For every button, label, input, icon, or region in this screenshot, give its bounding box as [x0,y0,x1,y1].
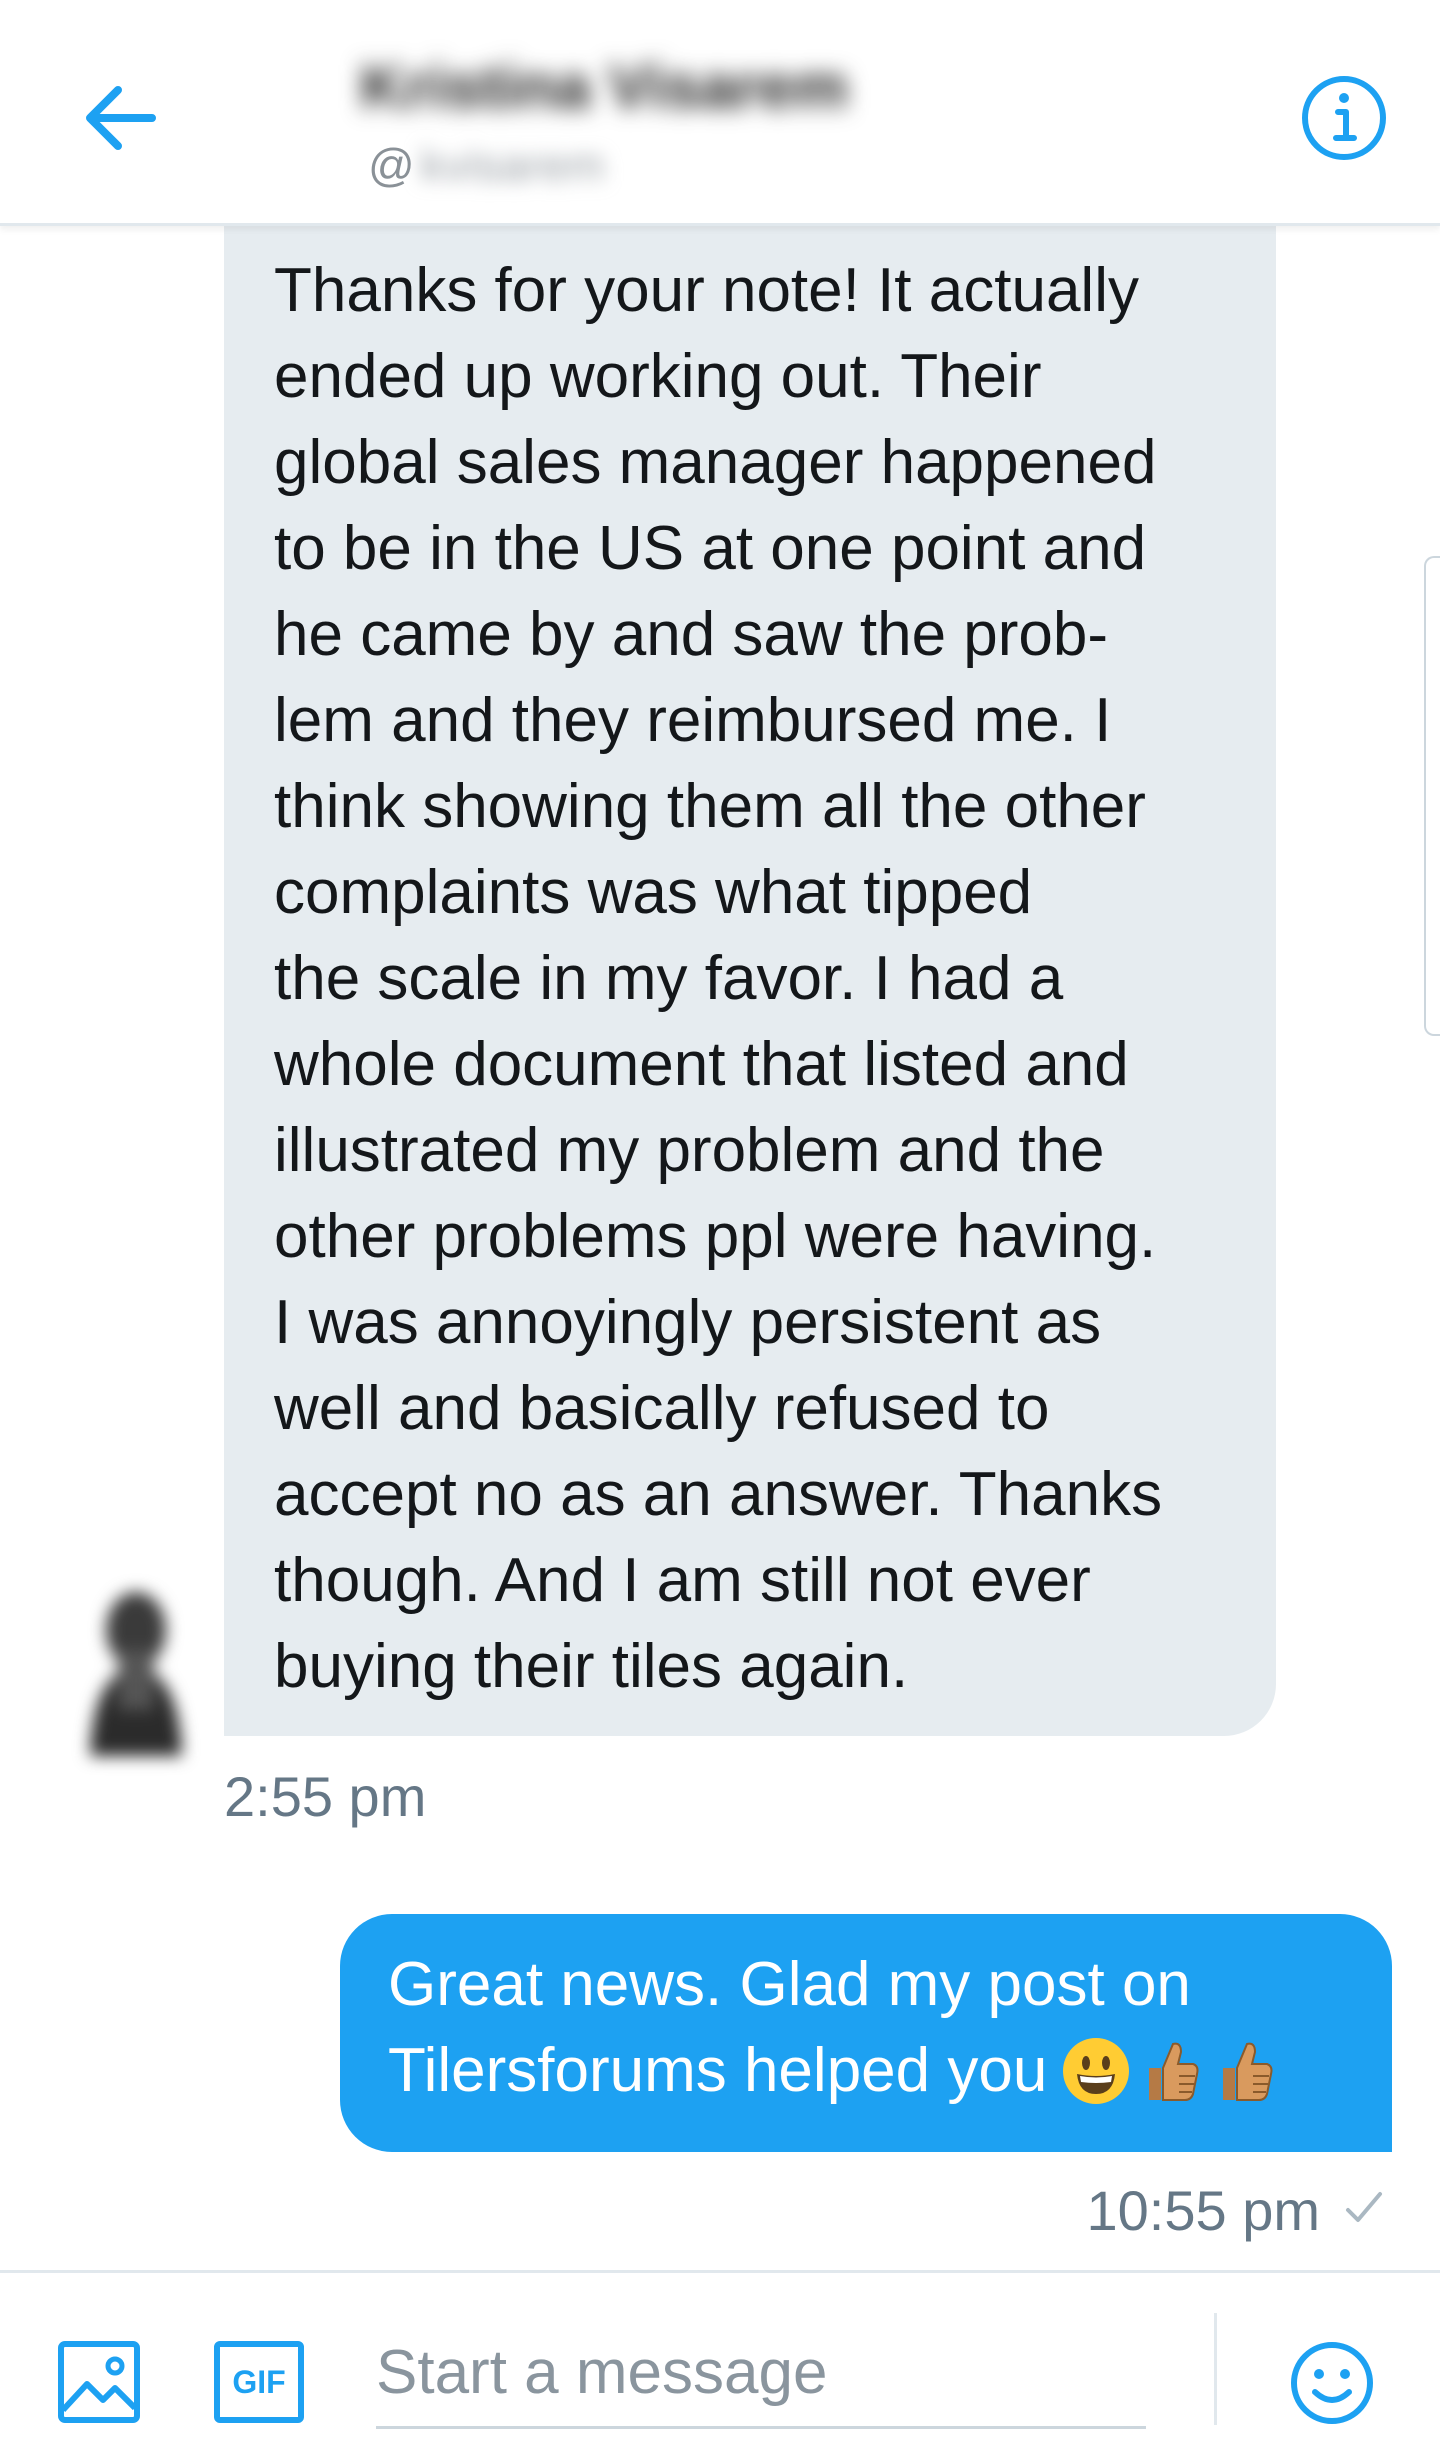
emoji-button[interactable] [1282,2333,1382,2433]
message-input[interactable] [376,2319,1146,2429]
smiley-icon [1291,2342,1373,2424]
info-icon [1302,76,1386,160]
handle-at-sign: @ [368,139,415,191]
dm-conversation-screen: Kristina Visarem @ kvisarem Thanks for yo… [0,0,1440,2464]
handle-redacted: kvisarem [420,139,605,191]
image-icon [58,2341,140,2423]
received-message-time: 2:55 pm [224,1765,427,1828]
contact-handle[interactable]: @ kvisarem [368,138,605,192]
sent-message-line1: Great news. Glad my post on [388,1950,1191,2019]
sent-message-meta: 10:55 pm [1087,2178,1385,2243]
conversation-info-button[interactable] [1296,70,1392,166]
grinning-face-emoji [1063,2038,1130,2104]
sent-message-line2-row: Tilersforums helped you [388,2028,1352,2114]
message-composer: GIF [0,2270,1440,2464]
thumbs-up-emoji-2 [1213,2036,1277,2106]
sent-message-bubble[interactable]: Great news. Glad my post on Tilersforums… [340,1914,1392,2152]
check-icon [1344,2183,1384,2238]
received-message-bubble[interactable]: Thanks for your note! It actually ended … [224,220,1276,1736]
gif-button[interactable]: GIF [214,2341,304,2423]
avatar-image [90,1592,182,1756]
conversation-header: Kristina Visarem @ kvisarem [0,0,1440,226]
sent-message-line2: Tilersforums helped you [388,2036,1048,2105]
thumbs-up-emoji-1 [1139,2036,1203,2106]
contact-name[interactable]: Kristina Visarem [360,52,960,126]
back-button[interactable] [72,70,168,166]
received-message-text: Thanks for your note! It actually ended … [274,256,1163,1701]
scroll-handle[interactable] [1424,556,1440,1036]
composer-divider [1214,2313,1217,2425]
add-photo-button[interactable] [56,2339,142,2425]
sent-message-time: 10:55 pm [1086,2179,1321,2242]
contact-avatar[interactable] [68,1580,204,1760]
back-arrow-icon [86,86,156,150]
